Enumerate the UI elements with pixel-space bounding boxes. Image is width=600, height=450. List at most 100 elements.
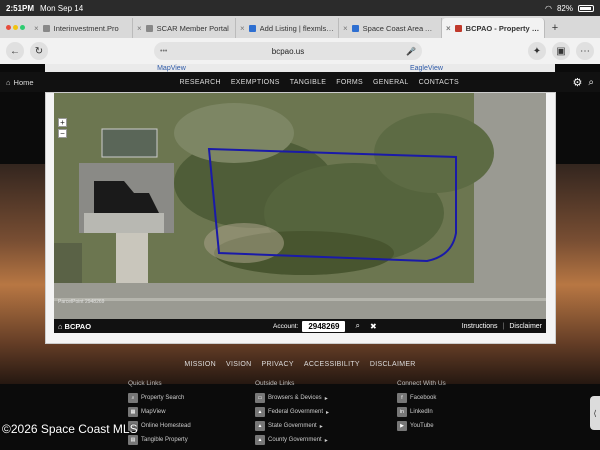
quick-link-item[interactable]: ⌂ Online Homestead <box>128 419 248 433</box>
outside-link-item[interactable]: ▲ Federal Government ▸ <box>255 405 375 419</box>
account-label: Account: <box>273 322 299 330</box>
url-text: bcpao.us <box>271 46 305 56</box>
chevron-right-icon: ▸ <box>324 395 328 402</box>
back-button[interactable]: ← <box>6 42 24 60</box>
wifi-icon: ◠ <box>545 3 552 13</box>
gear-icon[interactable]: ⚙ <box>573 76 583 89</box>
window-controls[interactable] <box>0 16 30 38</box>
favicon-icon <box>145 24 153 32</box>
instructions-link[interactable]: Instructions <box>462 323 498 330</box>
quick-link-item[interactable]: ▤ Tangible Property <box>128 433 248 447</box>
nav-general[interactable]: GENERAL <box>373 79 409 86</box>
close-icon[interactable]: ✖ <box>370 322 377 331</box>
new-tab-button[interactable]: + <box>545 18 565 38</box>
address-bar: ← ↻ ••• bcpao.us 🎤 ✦ ▣ ⋯ <box>0 38 600 64</box>
footer-accessibility[interactable]: ACCESSIBILITY <box>304 361 360 373</box>
home-icon: ⌂ <box>58 321 63 331</box>
mapview-link[interactable]: MapView <box>157 65 186 72</box>
search-icon[interactable]: ⌕ <box>588 77 594 88</box>
page-content: MapView EagleView ⌂ Home RESEARCH EXEMPT… <box>0 64 600 450</box>
zoom-out-button[interactable]: − <box>58 129 67 138</box>
facebook-icon: f <box>397 393 407 403</box>
chevron-right-icon: ▸ <box>326 409 330 416</box>
mls-watermark: ©2026 Space Coast MLS <box>2 422 138 436</box>
battery-icon <box>578 4 594 12</box>
chevron-right-icon: ▸ <box>324 437 328 444</box>
favicon-icon <box>248 24 256 32</box>
close-icon[interactable]: × <box>34 24 39 33</box>
browser-tab[interactable]: × Space Coast Area Assoc <box>339 18 442 38</box>
aerial-image <box>54 93 546 319</box>
browser-tab-active[interactable]: × BCPAO - Property Search <box>442 18 545 38</box>
footer-columns: Quick Links ⌕ Property Search ▦ MapView ⌂ O… <box>0 380 600 450</box>
url-field[interactable]: ••• bcpao.us 🎤 <box>154 42 422 60</box>
status-bar: 2:51PM Mon Sep 14 ◠ 82% <box>0 0 600 16</box>
tab-title: SCAR Member Portal <box>156 23 229 33</box>
home-link[interactable]: ⌂ Home <box>6 78 66 87</box>
nav-research[interactable]: RESEARCH <box>180 79 221 86</box>
connect-item[interactable]: in LinkedIn <box>397 405 517 419</box>
map-modal: + − ParcelPoint 2948269 ⌂ BCPAO Account:… <box>45 92 556 344</box>
footer-mission[interactable]: MISSION <box>184 361 216 373</box>
side-handle[interactable]: ⟨ <box>590 396 600 430</box>
microphone-icon[interactable]: 🎤 <box>406 47 416 56</box>
status-time: 2:51PM <box>6 3 35 13</box>
map-icon: ▦ <box>128 407 138 417</box>
tab-title: Add Listing | flexmls Web <box>259 23 334 33</box>
nav-forms[interactable]: FORMS <box>336 79 363 86</box>
close-icon[interactable]: × <box>343 24 348 33</box>
main-nav: ⌂ Home RESEARCH EXEMPTIONS TANGIBLE FORM… <box>0 72 600 92</box>
footer-privacy[interactable]: PRIVACY <box>262 361 294 373</box>
aerial-map[interactable]: + − ParcelPoint 2948269 <box>54 93 546 319</box>
outside-link-item[interactable]: ▭ Browsers & Devices ▸ <box>255 391 375 405</box>
quick-links-title: Quick Links <box>128 380 162 387</box>
bcpao-brand[interactable]: ⌂ BCPAO <box>58 322 188 331</box>
footer-vision[interactable]: VISION <box>226 361 252 373</box>
zoom-in-button[interactable]: + <box>58 118 67 127</box>
status-date: Mon Sep 14 <box>40 3 84 13</box>
footer-disclaimer[interactable]: DISCLAIMER <box>370 361 416 373</box>
battery-percent: 82% <box>556 3 573 13</box>
government-icon: ▲ <box>255 407 265 417</box>
more-icon[interactable]: ••• <box>160 48 167 55</box>
connect-item[interactable]: f Facebook <box>397 391 517 405</box>
tab-title: Interinvestment.Pro <box>53 23 119 33</box>
connect-item[interactable]: ▶ YouTube <box>397 419 517 433</box>
eagleview-link[interactable]: EagleView <box>410 65 443 72</box>
map-toolbar: ⌂ BCPAO Account: 2948269 ⌕ ✖ Instruction… <box>54 319 546 333</box>
browser-tab[interactable]: × Add Listing | flexmls Web <box>236 18 339 38</box>
browser-tab[interactable]: × Interinvestment.Pro <box>30 18 133 38</box>
nav-contacts[interactable]: CONTACTS <box>419 79 459 86</box>
nav-exemptions[interactable]: EXEMPTIONS <box>231 79 280 86</box>
close-icon[interactable]: × <box>446 24 451 33</box>
government-icon: ▲ <box>255 435 265 445</box>
reload-button[interactable]: ↻ <box>30 42 48 60</box>
tab-title: Space Coast Area Assoc <box>362 23 437 33</box>
disclaimer-link[interactable]: Disclaimer <box>509 323 542 330</box>
browser-tab[interactable]: × SCAR Member Portal <box>133 18 236 38</box>
outside-link-item[interactable]: ▲ State Government ▸ <box>255 419 375 433</box>
favicon-icon <box>351 24 359 32</box>
tab-title: BCPAO - Property Search <box>465 23 540 33</box>
connect-links: Connect With Us f Facebook in LinkedIn ▶ Yo… <box>397 380 517 433</box>
view-strip: MapView EagleView <box>45 64 555 72</box>
quick-link-item[interactable]: ▦ MapView <box>128 405 248 419</box>
outside-link-item[interactable]: ▲ County Government ▸ <box>255 433 375 447</box>
account-input[interactable]: 2948269 <box>302 320 346 332</box>
favicon-icon <box>42 24 50 32</box>
more-button[interactable]: ⋯ <box>576 42 594 60</box>
chevron-right-icon: ▸ <box>319 423 323 430</box>
tab-strip: × Interinvestment.Pro × SCAR Member Port… <box>0 16 600 38</box>
brand-label: BCPAO <box>64 321 92 331</box>
connect-title: Connect With Us <box>397 380 446 387</box>
outside-links-title: Outside Links <box>255 380 295 387</box>
quick-link-item[interactable]: ⌕ Property Search <box>128 391 248 405</box>
sparkle-button[interactable]: ✦ <box>528 42 546 60</box>
outside-links: Outside Links ▭ Browsers & Devices ▸ ▲ Fede… <box>255 380 375 447</box>
document-icon: ▤ <box>128 435 138 445</box>
close-icon[interactable]: × <box>240 24 245 33</box>
tabs-overview-button[interactable]: ▣ <box>552 42 570 60</box>
nav-tangible[interactable]: TANGIBLE <box>290 79 327 86</box>
search-icon[interactable]: ⌕ <box>355 321 359 331</box>
close-icon[interactable]: × <box>137 24 142 33</box>
